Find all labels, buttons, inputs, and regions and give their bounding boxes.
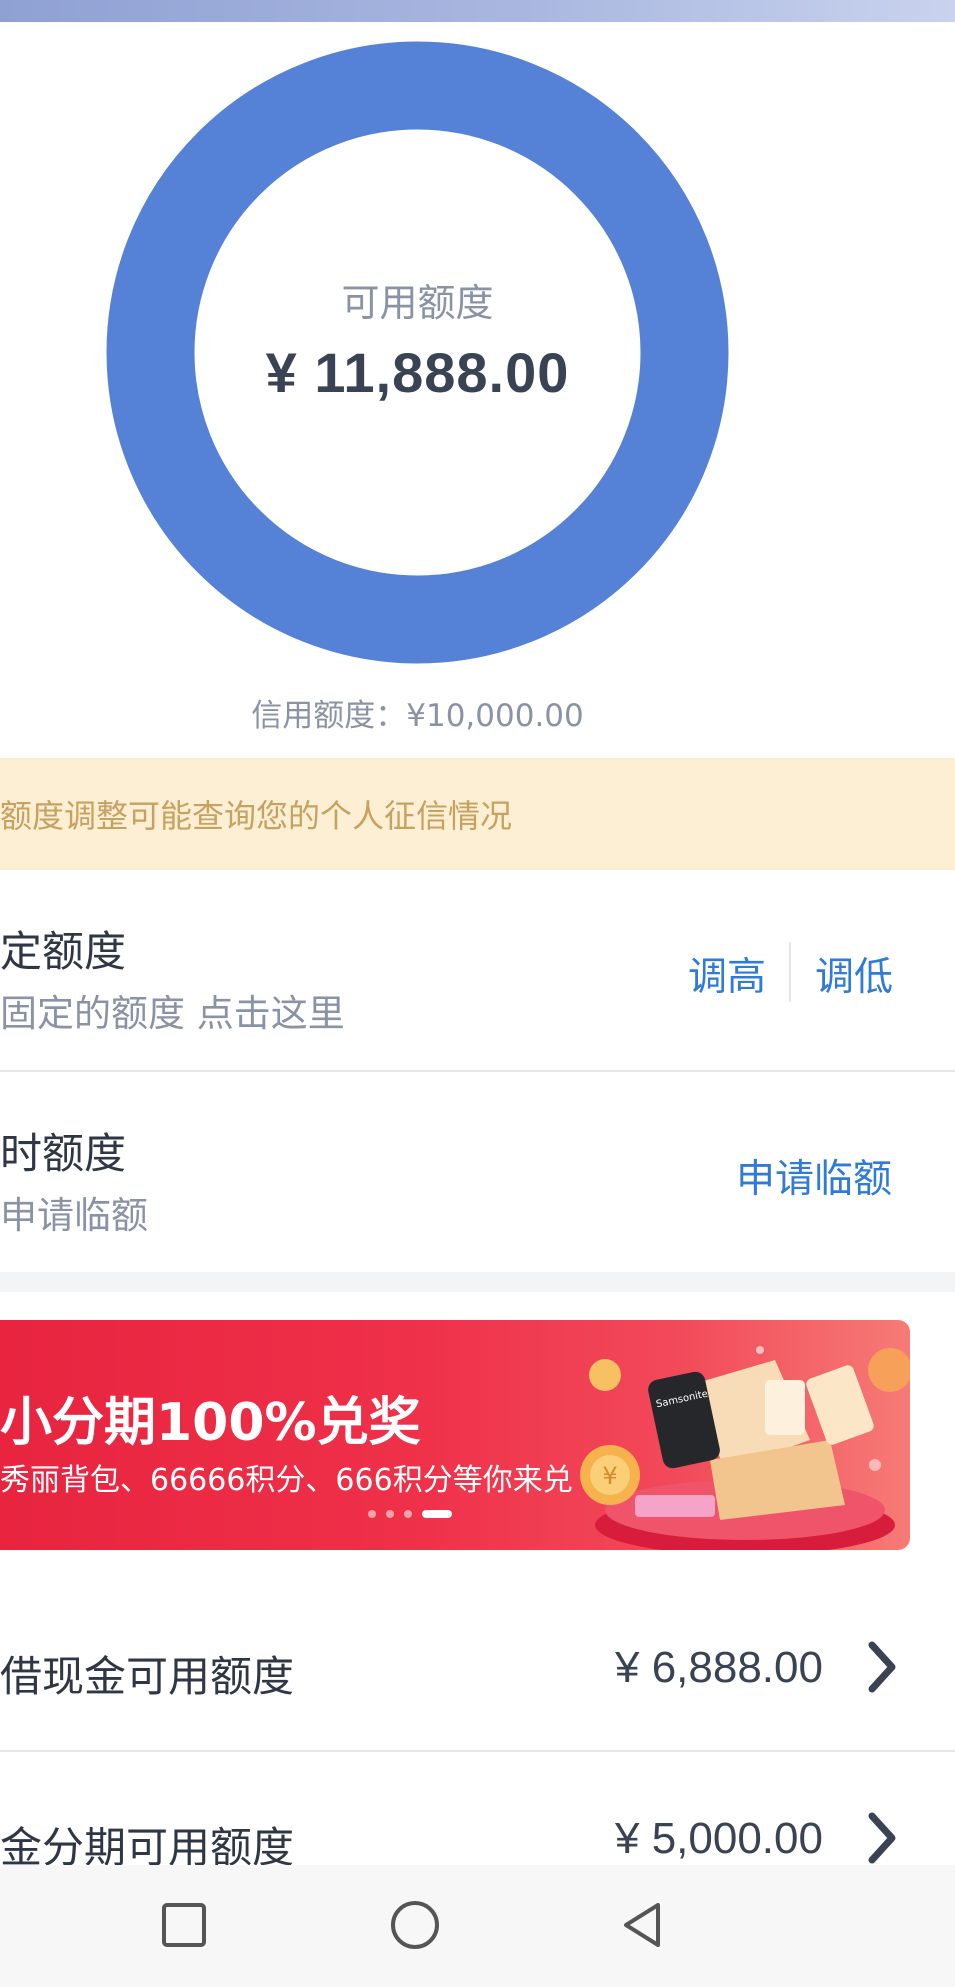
chevron-right-icon[interactable] <box>862 1808 902 1868</box>
link-separator <box>789 942 791 1002</box>
notice-text: 额度调整可能查询您的个人征信情况 <box>0 797 513 835</box>
banner-title: 小分期100%兑奖 <box>0 1393 421 1453</box>
carousel-dot[interactable] <box>404 1510 412 1518</box>
section-gap <box>0 1272 955 1292</box>
available-credit-label: 可用额度 <box>341 281 494 325</box>
apply-temp-limit-link[interactable]: 申请临额 <box>736 1148 892 1204</box>
header-strip <box>0 0 955 22</box>
gift-box-illustration: ¥ Samsonite <box>580 1346 910 1550</box>
fixed-limit-title: 定额度 <box>0 927 127 976</box>
fixed-limit-subtitle[interactable]: 固定的额度 点击这里 <box>0 983 345 1037</box>
temp-limit-row: 时额度 申请临额 申请临额 <box>0 1072 955 1272</box>
list-item[interactable]: 借现金可用额度 ¥ 6,888.00 <box>0 1575 955 1750</box>
coin-icon <box>589 1359 621 1391</box>
temp-limit-subtitle: 申请临额 <box>0 1194 148 1237</box>
square-icon[interactable] <box>152 1893 216 1957</box>
carousel-dot[interactable] <box>386 1510 394 1518</box>
notice-bar: 额度调整可能查询您的个人征信情况 <box>0 758 955 870</box>
temp-limit-title: 时额度 <box>0 1129 127 1178</box>
coin-icon <box>868 1348 910 1392</box>
available-credit-donut: 可用额度 ¥ 11,888.00 <box>105 40 730 665</box>
coupon-card <box>806 1365 874 1445</box>
carousel-dot[interactable] <box>368 1510 376 1518</box>
fixed-limit-row: 定额度 固定的额度 点击这里 调高 调低 <box>0 870 955 1070</box>
cash-loan-label: 借现金可用额度 <box>0 1652 295 1701</box>
triangle-back-icon[interactable] <box>612 1893 676 1957</box>
coupon-card <box>765 1380 805 1435</box>
available-credit-amount: ¥ 11,888.00 <box>265 341 570 404</box>
card-icon <box>635 1495 715 1517</box>
credit-limit-text: 信用额度：¥10,000.00 <box>251 698 584 734</box>
lower-limit-link[interactable]: 调低 <box>815 946 893 1002</box>
svg-text:¥: ¥ <box>602 1462 617 1490</box>
banner-subtitle: 秀丽背包、66666积分、666积分等你来兑 <box>0 1463 573 1498</box>
installment-amount: ¥ 5,000.00 <box>615 1814 823 1863</box>
circle-icon[interactable] <box>383 1893 447 1957</box>
system-nav-bar <box>0 1865 955 1987</box>
chevron-right-icon[interactable] <box>862 1637 902 1697</box>
list-item[interactable]: 金分期可用额度 ¥ 5,000.00 <box>0 1752 955 1872</box>
promo-banner[interactable]: 小分期100%兑奖 秀丽背包、66666积分、666积分等你来兑 ¥ Samso… <box>0 1320 910 1550</box>
carousel-dot[interactable] <box>422 1510 452 1518</box>
raise-limit-link[interactable]: 调高 <box>688 946 766 1002</box>
cash-loan-amount: ¥ 6,888.00 <box>615 1643 823 1692</box>
